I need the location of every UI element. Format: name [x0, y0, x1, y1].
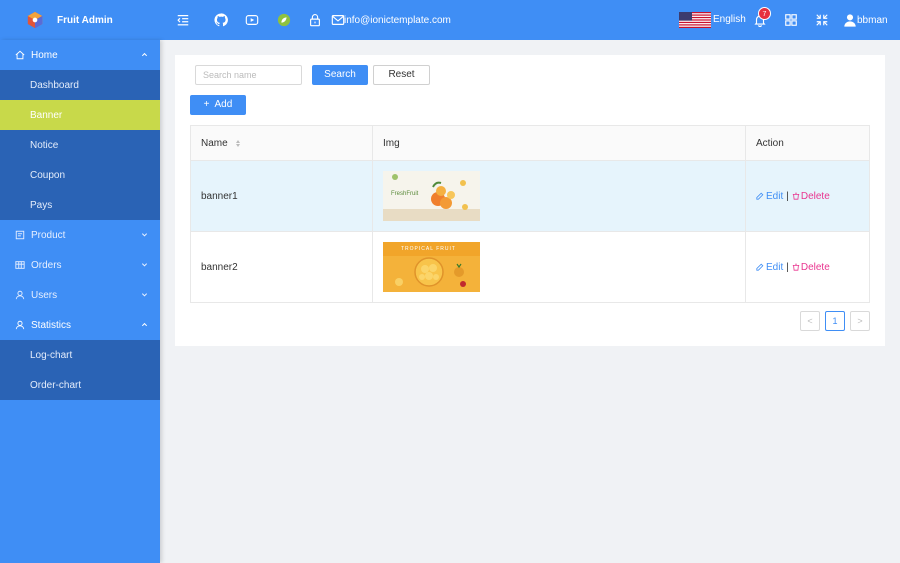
sidebar-item-notice[interactable]: Notice [0, 130, 160, 160]
edit-label: Edit [766, 190, 784, 202]
user-icon[interactable] [842, 12, 857, 27]
user-icon [15, 320, 25, 330]
action-separator: | [786, 190, 789, 202]
home-submenu: Dashboard Banner Notice Coupon Pays [0, 70, 160, 220]
banner2-thumbnail: TROPICAL FRUIT [383, 242, 480, 292]
action-separator: | [786, 261, 789, 273]
banner1-thumbnail: FreshFruit [383, 171, 480, 221]
home-icon [15, 50, 25, 60]
chevron-down-icon [141, 233, 148, 237]
chevron-down-icon [141, 263, 148, 267]
sidebar-item-dashboard[interactable]: Dashboard [0, 70, 160, 100]
sidebar-item-banner[interactable]: Banner [0, 100, 160, 130]
trash-icon [792, 192, 800, 200]
trash-icon [792, 263, 800, 271]
delete-label: Delete [800, 261, 830, 273]
top-header: Fruit Admin info@ionictemplate.com Engli… [0, 0, 900, 40]
edit-icon [756, 263, 764, 271]
lock-icon[interactable] [307, 12, 322, 27]
sidebar-item-statistics[interactable]: Statistics [0, 310, 160, 340]
column-header-img: Img [372, 126, 745, 160]
row-actions: Edit | Delete [745, 232, 869, 302]
logo-icon [27, 11, 43, 29]
sidebar-item-product[interactable]: Product [0, 220, 160, 250]
chevron-down-icon [141, 293, 148, 297]
add-button[interactable]: + Add [190, 95, 246, 115]
username[interactable]: bbman [857, 15, 888, 26]
delete-label: Delete [800, 190, 830, 202]
banner1-img-text: FreshFruit [391, 191, 419, 197]
document-icon [15, 230, 25, 240]
table-row[interactable]: banner1 FreshFruit Edit | Delete [191, 160, 869, 231]
search-button[interactable]: Search [312, 65, 368, 85]
row-name: banner2 [201, 261, 238, 273]
delete-link[interactable]: Delete [792, 262, 830, 273]
row-img: FreshFruit [372, 161, 745, 231]
mail-icon[interactable] [330, 12, 345, 27]
edit-icon [756, 192, 764, 200]
pagination-next-button[interactable]: > [850, 311, 870, 331]
sidebar-item-label: Home [31, 49, 58, 61]
banner-table: Name Img Action banner1 FreshFruit Edit … [190, 125, 870, 303]
banner2-img-text: TROPICAL FRUIT [401, 246, 456, 252]
row-name: banner1 [201, 190, 238, 202]
us-flag-icon[interactable] [679, 12, 711, 28]
notification-badge: 7 [758, 7, 771, 20]
content-panel: Search name Search Reset + Add Name Img A… [175, 55, 885, 346]
sidebar-item-label: Users [31, 289, 58, 301]
sidebar-item-users[interactable]: Users [0, 280, 160, 310]
github-icon[interactable] [213, 12, 228, 27]
table-icon [15, 260, 25, 270]
sidebar-item-label: Product [31, 229, 66, 241]
table-header: Name Img Action [191, 126, 869, 160]
sidebar-item-pays[interactable]: Pays [0, 190, 160, 220]
edit-label: Edit [766, 261, 784, 273]
language-selector[interactable]: English [713, 14, 746, 25]
edit-link[interactable]: Edit [756, 191, 783, 202]
search-input[interactable]: Search name [195, 65, 302, 85]
app-title: Fruit Admin [57, 14, 113, 26]
chevron-up-icon [141, 322, 148, 327]
leaf-icon[interactable] [276, 12, 291, 27]
sidebar-item-orders[interactable]: Orders [0, 250, 160, 280]
row-img: TROPICAL FRUIT [372, 232, 745, 302]
pagination-prev-button[interactable]: < [800, 311, 820, 331]
delete-link[interactable]: Delete [792, 191, 830, 202]
sidebar-item-label: Statistics [31, 319, 72, 331]
fullscreen-icon[interactable] [814, 12, 829, 27]
sidebar: Home Dashboard Banner Notice Coupon Pays… [0, 40, 160, 563]
logo[interactable]: Fruit Admin [0, 0, 160, 40]
plus-icon: + [203, 99, 210, 110]
menu-fold-icon[interactable] [175, 12, 190, 27]
column-header-action: Action [745, 126, 869, 160]
add-button-label: Add [214, 99, 233, 110]
pagination-page-1[interactable]: 1 [825, 311, 845, 331]
edit-link[interactable]: Edit [756, 262, 783, 273]
statistics-submenu: Log-chart Order-chart [0, 340, 160, 400]
column-header-name[interactable]: Name [191, 126, 372, 160]
user-icon [15, 290, 25, 300]
column-header-label: Name [201, 137, 228, 149]
sidebar-item-coupon[interactable]: Coupon [0, 160, 160, 190]
reset-button[interactable]: Reset [373, 65, 430, 85]
sidebar-item-order-chart[interactable]: Order-chart [0, 370, 160, 400]
row-actions: Edit | Delete [745, 161, 869, 231]
sidebar-item-home[interactable]: Home [0, 40, 160, 70]
sort-icon[interactable] [235, 139, 240, 147]
chevron-up-icon [141, 52, 148, 57]
youtube-icon[interactable] [244, 12, 259, 27]
grid-icon[interactable] [783, 12, 798, 27]
email-link[interactable]: info@ionictemplate.com [344, 15, 451, 26]
sidebar-item-log-chart[interactable]: Log-chart [0, 340, 160, 370]
sidebar-item-label: Orders [31, 259, 62, 271]
table-row[interactable]: banner2 TROPICAL FRUIT Edit | Delete [191, 231, 869, 302]
